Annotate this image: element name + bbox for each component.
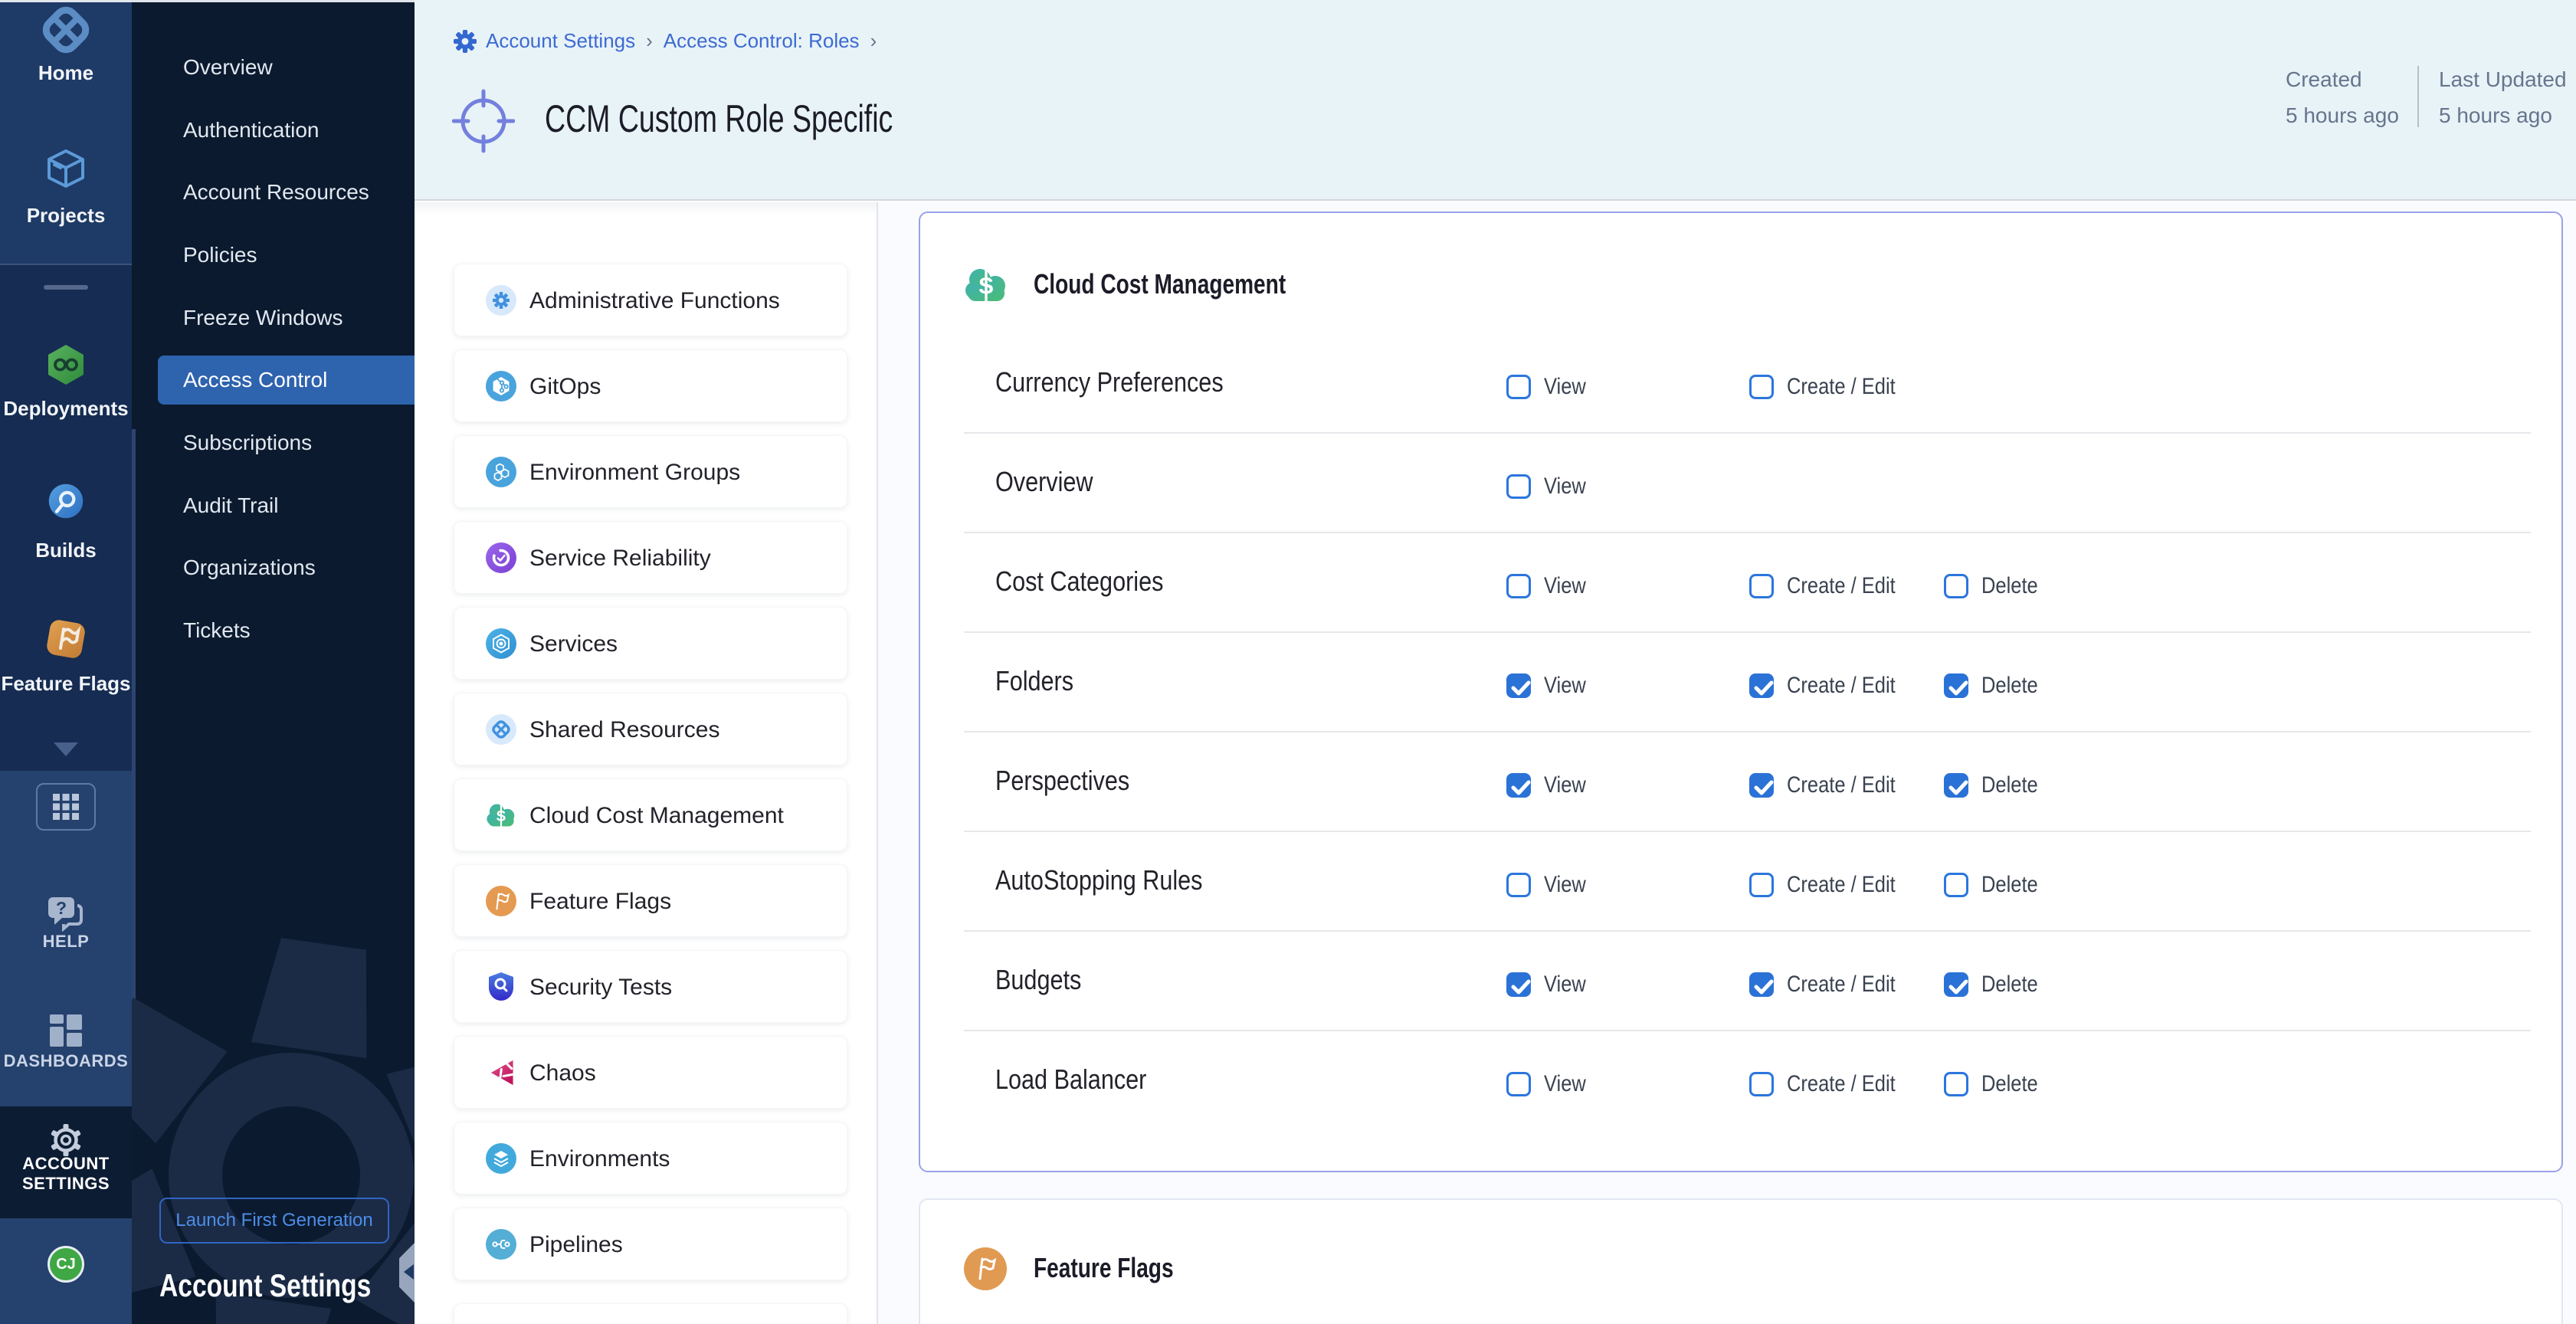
svg-text:?: ? <box>56 898 67 918</box>
svg-text:S: S <box>497 808 506 824</box>
svg-text:S: S <box>978 274 994 299</box>
